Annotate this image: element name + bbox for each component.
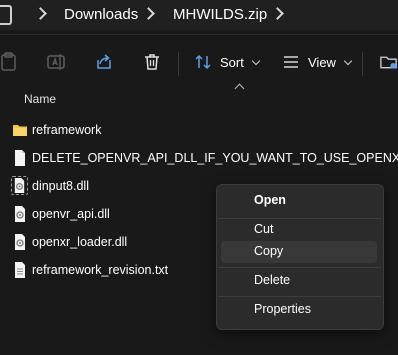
file-name: openvr_api.dll [32,207,110,221]
folder-settings-icon [380,56,397,69]
sort-button[interactable]: Sort [194,46,261,78]
menu-item-label: Properties [254,302,311,316]
view-label: View [308,54,336,70]
column-header-name[interactable]: Name [24,92,56,106]
rename-button[interactable] [46,46,68,78]
list-item[interactable]: DELETE_OPENVR_API_DLL_IF_YOU_WANT_TO_USE… [4,145,398,171]
file-name: reframework_revision.txt [32,263,169,277]
menu-item-cut[interactable]: Cut [221,219,377,241]
dll-file-icon [11,176,28,195]
chevron-right-icon[interactable] [271,7,284,20]
menu-item-label: Copy [254,244,284,258]
dll-file-icon [15,234,25,250]
file-name: openxr_loader.dll [32,235,128,249]
view-button[interactable]: View [282,46,353,78]
file-name: DELETE_OPENVR_API_DLL_IF_YOU_WANT_TO_USE… [32,151,398,165]
menu-item-open[interactable]: Open [221,190,377,212]
delete-button[interactable] [142,46,164,78]
chevron-right-icon[interactable] [34,7,47,20]
file-icon [15,150,25,166]
menu-item-label: Open [254,193,286,207]
menu-item-label: Cut [254,222,274,236]
share-icon [97,54,111,69]
context-menu: Open Cut Copy Delete Properties [216,184,384,330]
rename-icon [47,54,65,70]
menu-divider [218,296,381,297]
toolbar-divider [178,52,179,76]
text-file-icon [15,262,25,278]
menu-item-delete[interactable]: Delete [221,270,377,292]
breadcrumb-item-zip[interactable]: MHWILDS.zip [173,6,267,24]
sort-label: Sort [220,54,244,70]
command-bar: Sort View [0,36,398,88]
menu-divider [218,267,381,268]
paste-icon [1,52,16,71]
file-name: reframework [32,123,102,137]
menu-item-copy[interactable]: Copy [221,241,377,263]
filter-button[interactable] [379,46,398,78]
toolbar-divider [362,52,363,76]
trash-icon [145,54,159,70]
view-icon [284,56,298,68]
sort-icon [195,54,211,70]
menu-item-properties[interactable]: Properties [221,299,377,321]
file-name: dinput8.dll [32,179,89,193]
share-button[interactable] [94,46,116,78]
dll-file-icon [15,206,25,222]
pc-icon [0,5,12,25]
paste-button[interactable] [0,46,18,78]
address-bar[interactable]: Downloads MHWILDS.zip [0,0,398,30]
chevron-down-icon [251,56,261,65]
menu-item-label: Delete [254,273,291,287]
list-item[interactable]: reframework [4,117,396,143]
folder-icon [13,125,27,136]
breadcrumb-item-downloads[interactable]: Downloads [64,6,138,24]
chevron-down-icon [343,56,353,65]
divider [0,34,398,35]
chevron-right-icon[interactable] [142,7,155,20]
